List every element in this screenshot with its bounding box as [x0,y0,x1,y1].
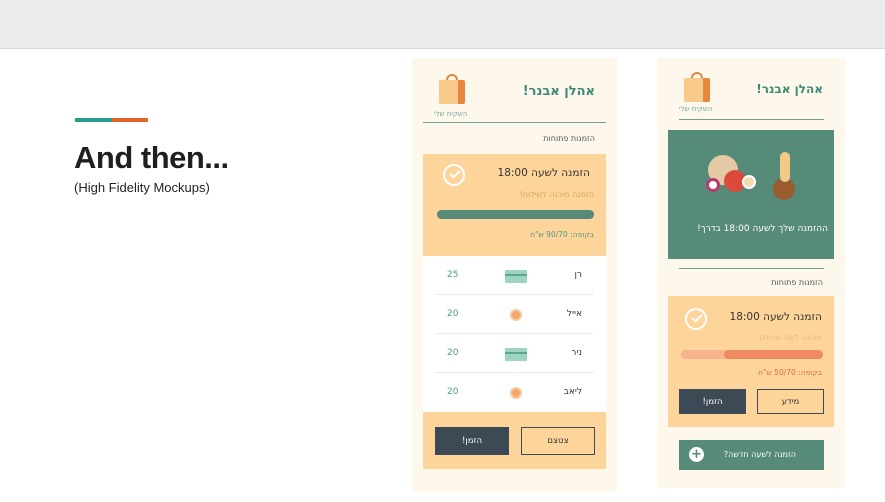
delivery-message: ההזמנה שלך לשעה 18:00 בדרך! [697,224,828,234]
onion-illustration [706,178,720,192]
section-title-open-orders: הזמנות פתוחות [771,278,823,287]
order-button[interactable]: הזמן! [679,389,746,414]
check-circle-icon [443,164,465,186]
divider [423,122,606,123]
section-title-open-orders: הזמנות פתוחות [543,134,595,143]
join-button[interactable]: צטצם [521,427,595,455]
participant-name: ליאב [563,387,582,397]
list-item[interactable]: ליאב 20 [435,373,594,412]
top-bar [0,0,885,49]
lemon-illustration [742,175,756,189]
order-actions: צטצם הזמן! [423,412,606,469]
coin-icon [510,309,522,321]
divider [679,119,824,120]
order-status: מוכנה לעוד אנשים [759,333,822,342]
basket-amount: בקופה: 90/70 ש"ח [530,230,594,239]
bag-label: השקית שלי [679,105,713,113]
list-item[interactable]: ניר 20 [435,334,594,373]
progress-bar [437,210,594,219]
credit-card-icon [505,348,527,361]
info-button[interactable]: מידע [757,389,824,414]
list-item[interactable]: רן 25 [435,256,594,295]
divider [679,268,824,269]
order-title: הזמנה לשעה 18:00 [497,167,590,179]
new-order-label: הזמנה לשעה חדשה? [723,450,796,459]
slide-subtitle: (High Fidelity Mockups) [74,180,210,195]
order-card[interactable]: הזמנה לשעה 18:00 מוכנה לעוד אנשים בקופה:… [668,296,834,427]
mockup-order-details: אהלן אבנר! השקית שלי הזמנות פתוחות הזמנה… [412,58,617,492]
credit-card-icon [505,270,527,283]
delivery-banner[interactable]: ההזמנה שלך לשעה 18:00 בדרך! [668,130,834,259]
plus-icon: + [689,447,704,462]
coin-icon [510,387,522,399]
participant-amount: 20 [447,348,459,358]
order-title: הזמנה לשעה 18:00 [729,311,822,323]
participant-amount: 20 [447,309,459,319]
participant-amount: 20 [447,387,459,397]
list-item[interactable]: אייל 20 [435,295,594,334]
new-order-button[interactable]: + הזמנה לשעה חדשה? [679,440,824,470]
participant-name: אייל [566,309,582,319]
participant-name: רן [574,270,582,280]
order-card[interactable]: הזמנה לשעה 18:00 הזמנה מוכנה לשילוח! בקו… [423,154,606,256]
order-status: הזמנה מוכנה לשילוח! [519,190,594,199]
slide-title: And then... [74,140,229,175]
participants-list: רן 25 אייל 20 ניר 20 ליאב 20 [423,256,606,412]
greeting: אהלן אבנר! [756,82,823,96]
progress-bar [681,350,823,359]
pasta-illustration [780,152,790,182]
shopping-bag-icon[interactable] [439,74,465,104]
bag-label: השקית שלי [434,110,468,118]
greeting: אהלן אבנר! [522,84,595,99]
shopping-bag-icon[interactable] [684,72,710,102]
accent-line-orange [112,118,148,122]
participant-amount: 25 [447,270,459,280]
accent-line-teal [75,118,112,122]
check-circle-icon [685,308,707,330]
participant-name: ניר [571,348,582,358]
basket-amount: בקופה: 50/70 ש"ח [758,368,822,377]
mockup-home: אהלן אבנר! השקית שלי ההזמנה שלך לשעה 18:… [657,58,845,488]
order-button[interactable]: הזמן! [435,427,509,455]
